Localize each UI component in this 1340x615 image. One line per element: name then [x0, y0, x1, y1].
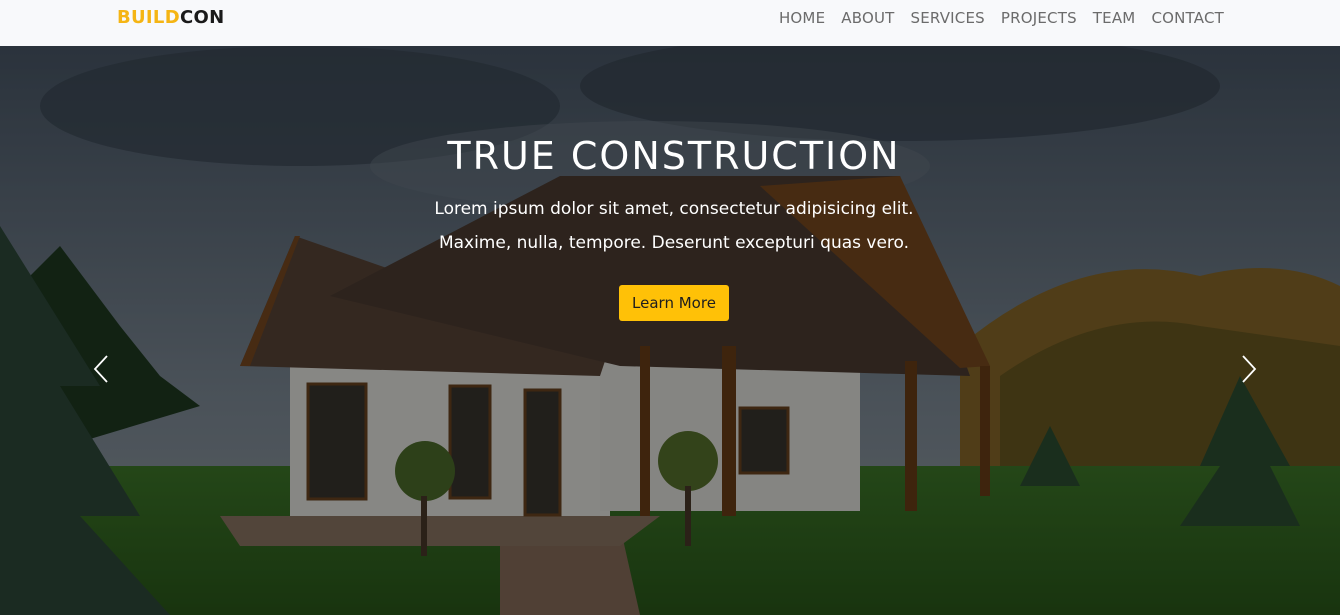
nav-services-link[interactable]: SERVICES — [911, 9, 985, 27]
hero-dark-overlay — [0, 46, 1340, 615]
carousel-next-button[interactable] — [1238, 354, 1258, 384]
learn-more-button[interactable]: Learn More — [619, 285, 729, 321]
nav-links: HOME ABOUT SERVICES PROJECTS TEAM CONTAC… — [763, 9, 1224, 27]
navbar: BUILDCON HOME ABOUT SERVICES PROJECTS TE… — [0, 0, 1340, 46]
nav-home-link[interactable]: HOME — [779, 9, 825, 27]
nav-projects-link[interactable]: PROJECTS — [1001, 9, 1077, 27]
hero-description-line2: Maxime, nulla, tempore. Deserunt exceptu… — [438, 233, 910, 253]
chevron-right-icon — [1242, 355, 1257, 383]
hero-carousel: TRUE CONSTRUCTION Lorem ipsum dolor sit … — [0, 46, 1340, 615]
hero-title: TRUE CONSTRUCTION — [447, 134, 901, 178]
hero-description: Lorem ipsum dolor sit amet, consectetur … — [8, 192, 1340, 260]
brand-part-con: CON — [179, 7, 225, 28]
hero-description-line1: Lorem ipsum dolor sit amet, consectetur … — [434, 199, 914, 219]
brand-logo[interactable]: BUILDCON — [117, 7, 224, 28]
nav-contact-link[interactable]: CONTACT — [1151, 9, 1224, 27]
chevron-left-icon — [93, 355, 108, 383]
nav-team-link[interactable]: TEAM — [1093, 9, 1136, 27]
brand-part-build: BUILD — [117, 7, 180, 28]
nav-about-link[interactable]: ABOUT — [841, 9, 894, 27]
carousel-prev-button[interactable] — [92, 354, 112, 384]
hero-caption: TRUE CONSTRUCTION Lorem ipsum dolor sit … — [0, 134, 1340, 321]
